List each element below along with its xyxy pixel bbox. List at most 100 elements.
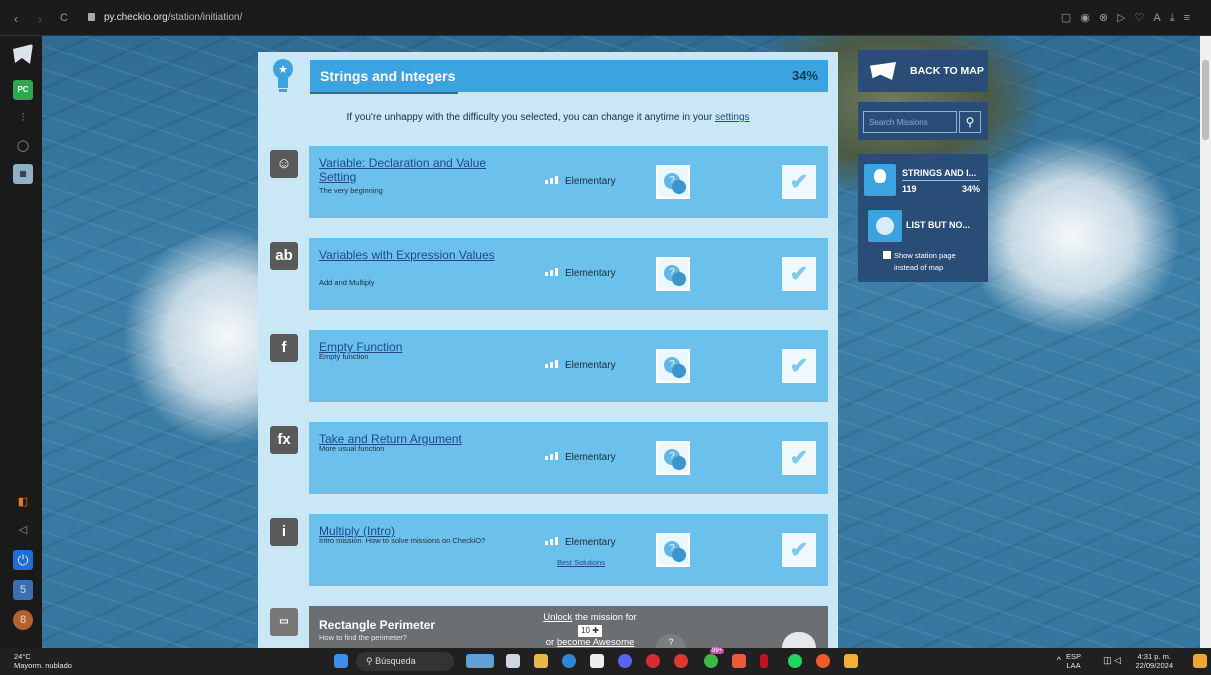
station-list-link[interactable]: LIST BUT NO...	[906, 220, 970, 230]
weather-desc: Mayorm. nublado	[14, 661, 72, 670]
reload-icon[interactable]: C	[60, 12, 68, 24]
opera-icon[interactable]	[646, 654, 660, 668]
netflix-icon[interactable]	[760, 654, 768, 668]
badge-eight[interactable]: 8	[13, 610, 33, 630]
windows-start-icon[interactable]	[334, 654, 348, 668]
speaker-icon[interactable]: ◧	[13, 492, 33, 512]
mission-card[interactable]: Variables with Expression Values Add and …	[309, 238, 828, 310]
widgets-icon[interactable]	[466, 654, 494, 668]
badge-shield-icon[interactable]	[868, 210, 902, 242]
mission-hint-button[interactable]: ?	[656, 441, 690, 475]
mission-level: Elementary	[545, 452, 616, 463]
chat-bubble-icon[interactable]: ◯	[13, 136, 33, 156]
discord-icon[interactable]	[618, 654, 632, 668]
locked-mission-subtitle: How to find the perimeter?	[319, 633, 407, 642]
mission-hint-button[interactable]: ?	[656, 257, 690, 291]
whatsapp-badge: 99+	[710, 648, 725, 654]
app-yellow-icon[interactable]	[844, 654, 858, 668]
svg-text:★: ★	[278, 64, 288, 76]
power-icon[interactable]: ⏻	[13, 550, 33, 570]
mission-hint-button[interactable]: ?	[656, 349, 690, 383]
mission-card[interactable]: Empty Function Empty function Elementary? ✔	[309, 330, 828, 402]
locked-mission-title: Rectangle Perimeter	[319, 618, 436, 632]
page-scrollbar[interactable]	[1200, 36, 1211, 648]
app-orange-icon[interactable]	[732, 654, 746, 668]
mission-subtitle: Add and Multiply	[319, 278, 375, 287]
mission-level-label: Elementary	[565, 360, 616, 371]
language-indicator[interactable]: ESP LAA	[1066, 652, 1081, 670]
settings-link[interactable]: settings	[715, 112, 749, 123]
mission-title-link[interactable]: Variables with Expression Values	[319, 248, 519, 262]
mission-hint-button[interactable]: ?	[656, 533, 690, 567]
answer-bubble-icon	[672, 548, 686, 562]
difficulty-bars-icon	[545, 360, 559, 368]
back-to-map-button[interactable]: BACK TO MAP	[858, 50, 988, 92]
pycharm-icon[interactable]: PC	[13, 80, 33, 100]
taskbar-search[interactable]: ⚲ Búsqueda	[356, 652, 454, 671]
edge-icon[interactable]	[562, 654, 576, 668]
browser-toolbar: ‹ › C py.checkio.org/station/initiation/…	[0, 0, 1211, 36]
show-station-label: Show station page instead of map	[894, 251, 956, 272]
lightbulb-icon[interactable]	[864, 164, 896, 196]
app-grid-icon[interactable]: ▦	[13, 164, 33, 184]
clock[interactable]: 4:31 p. m. 22/09/2024	[1135, 652, 1173, 670]
cloud-right	[962, 136, 1182, 336]
mission-level-label: Elementary	[565, 537, 616, 548]
store-icon[interactable]	[590, 654, 604, 668]
mission-hint-button[interactable]: ?	[656, 165, 690, 199]
sliders-icon[interactable]: ⫶	[13, 108, 33, 128]
tray-chevron-icon[interactable]: ^	[1057, 656, 1061, 665]
search-icon[interactable]: ⚲	[959, 111, 981, 133]
mission-solved-checkmark-icon[interactable]: ✔	[782, 165, 816, 199]
copilot-icon[interactable]	[1193, 654, 1207, 668]
locked-mission-card[interactable]: Rectangle Perimeter How to find the peri…	[309, 606, 828, 648]
browser-extension-icons[interactable]: ▢◉⊗▷♡A⤓≡	[1061, 11, 1199, 25]
mission-title-link[interactable]: Variable: Declaration and Value Setting	[319, 156, 519, 184]
app-red-icon[interactable]	[674, 654, 688, 668]
brave-icon[interactable]	[816, 654, 830, 668]
network-volume-icon[interactable]: ◫ ◁	[1103, 656, 1121, 665]
checkio-mail-icon[interactable]	[13, 44, 33, 64]
mission-solved-checkmark-icon[interactable]: ✔	[782, 441, 816, 475]
best-solutions-link[interactable]: Best Solutions	[557, 558, 605, 567]
mission-solved-checkmark-icon[interactable]: ✔	[782, 533, 816, 567]
spotify-icon[interactable]	[788, 654, 802, 668]
badge-five[interactable]: 5	[13, 580, 33, 600]
address-bar[interactable]: py.checkio.org/station/initiation/	[104, 12, 242, 23]
mission-solved-checkmark-icon[interactable]: ✔	[782, 349, 816, 383]
rectangle-icon: ▭	[270, 608, 298, 636]
become-awesome-link[interactable]: become Awesome	[557, 637, 634, 648]
mission-card[interactable]: Variable: Declaration and Value Setting T…	[309, 146, 828, 218]
progress-underline	[310, 92, 458, 94]
unlock-link[interactable]: Unlock	[543, 612, 572, 623]
lock-icon	[88, 13, 95, 21]
search-box: ⚲	[858, 102, 988, 140]
mission-level: Elementary	[545, 537, 616, 548]
show-station-checkbox[interactable]	[883, 251, 891, 259]
mission-level-label: Elementary	[565, 452, 616, 463]
difficulty-bars-icon	[545, 176, 559, 184]
locked-hint-icon[interactable]: ?	[656, 634, 686, 648]
envelope-icon	[870, 62, 896, 80]
file-explorer-icon[interactable]	[534, 654, 548, 668]
station-progress: 34%	[791, 68, 818, 83]
weather-widget[interactable]: 24°C Mayorm. nublado	[14, 652, 72, 670]
answer-bubble-icon	[672, 364, 686, 378]
lightbulb-icon: ★	[273, 59, 293, 92]
unlock-cost-value: 10	[581, 626, 590, 635]
scrollbar-thumb[interactable]	[1202, 60, 1209, 140]
station-strings-link[interactable]: STRINGS AND I...	[902, 168, 976, 178]
mission-level-label: Elementary	[565, 268, 616, 279]
search-missions-input[interactable]	[863, 111, 957, 133]
back-arrow-icon[interactable]: ‹	[14, 12, 18, 26]
mission-card[interactable]: Multiply (Intro) Intro mission. How to so…	[309, 514, 828, 586]
mission-subtitle: Empty function	[319, 352, 369, 361]
task-view-icon[interactable]	[506, 654, 520, 668]
station-progress-line	[902, 180, 980, 181]
megaphone-icon[interactable]: ◁	[13, 520, 33, 540]
mission-solved-checkmark-icon[interactable]: ✔	[782, 257, 816, 291]
mission-card[interactable]: Take and Return Argument More usual funct…	[309, 422, 828, 494]
whatsapp-icon[interactable]: 99+	[704, 648, 725, 668]
smile-icon: ☺	[270, 150, 298, 178]
forward-arrow-icon[interactable]: ›	[38, 12, 42, 26]
